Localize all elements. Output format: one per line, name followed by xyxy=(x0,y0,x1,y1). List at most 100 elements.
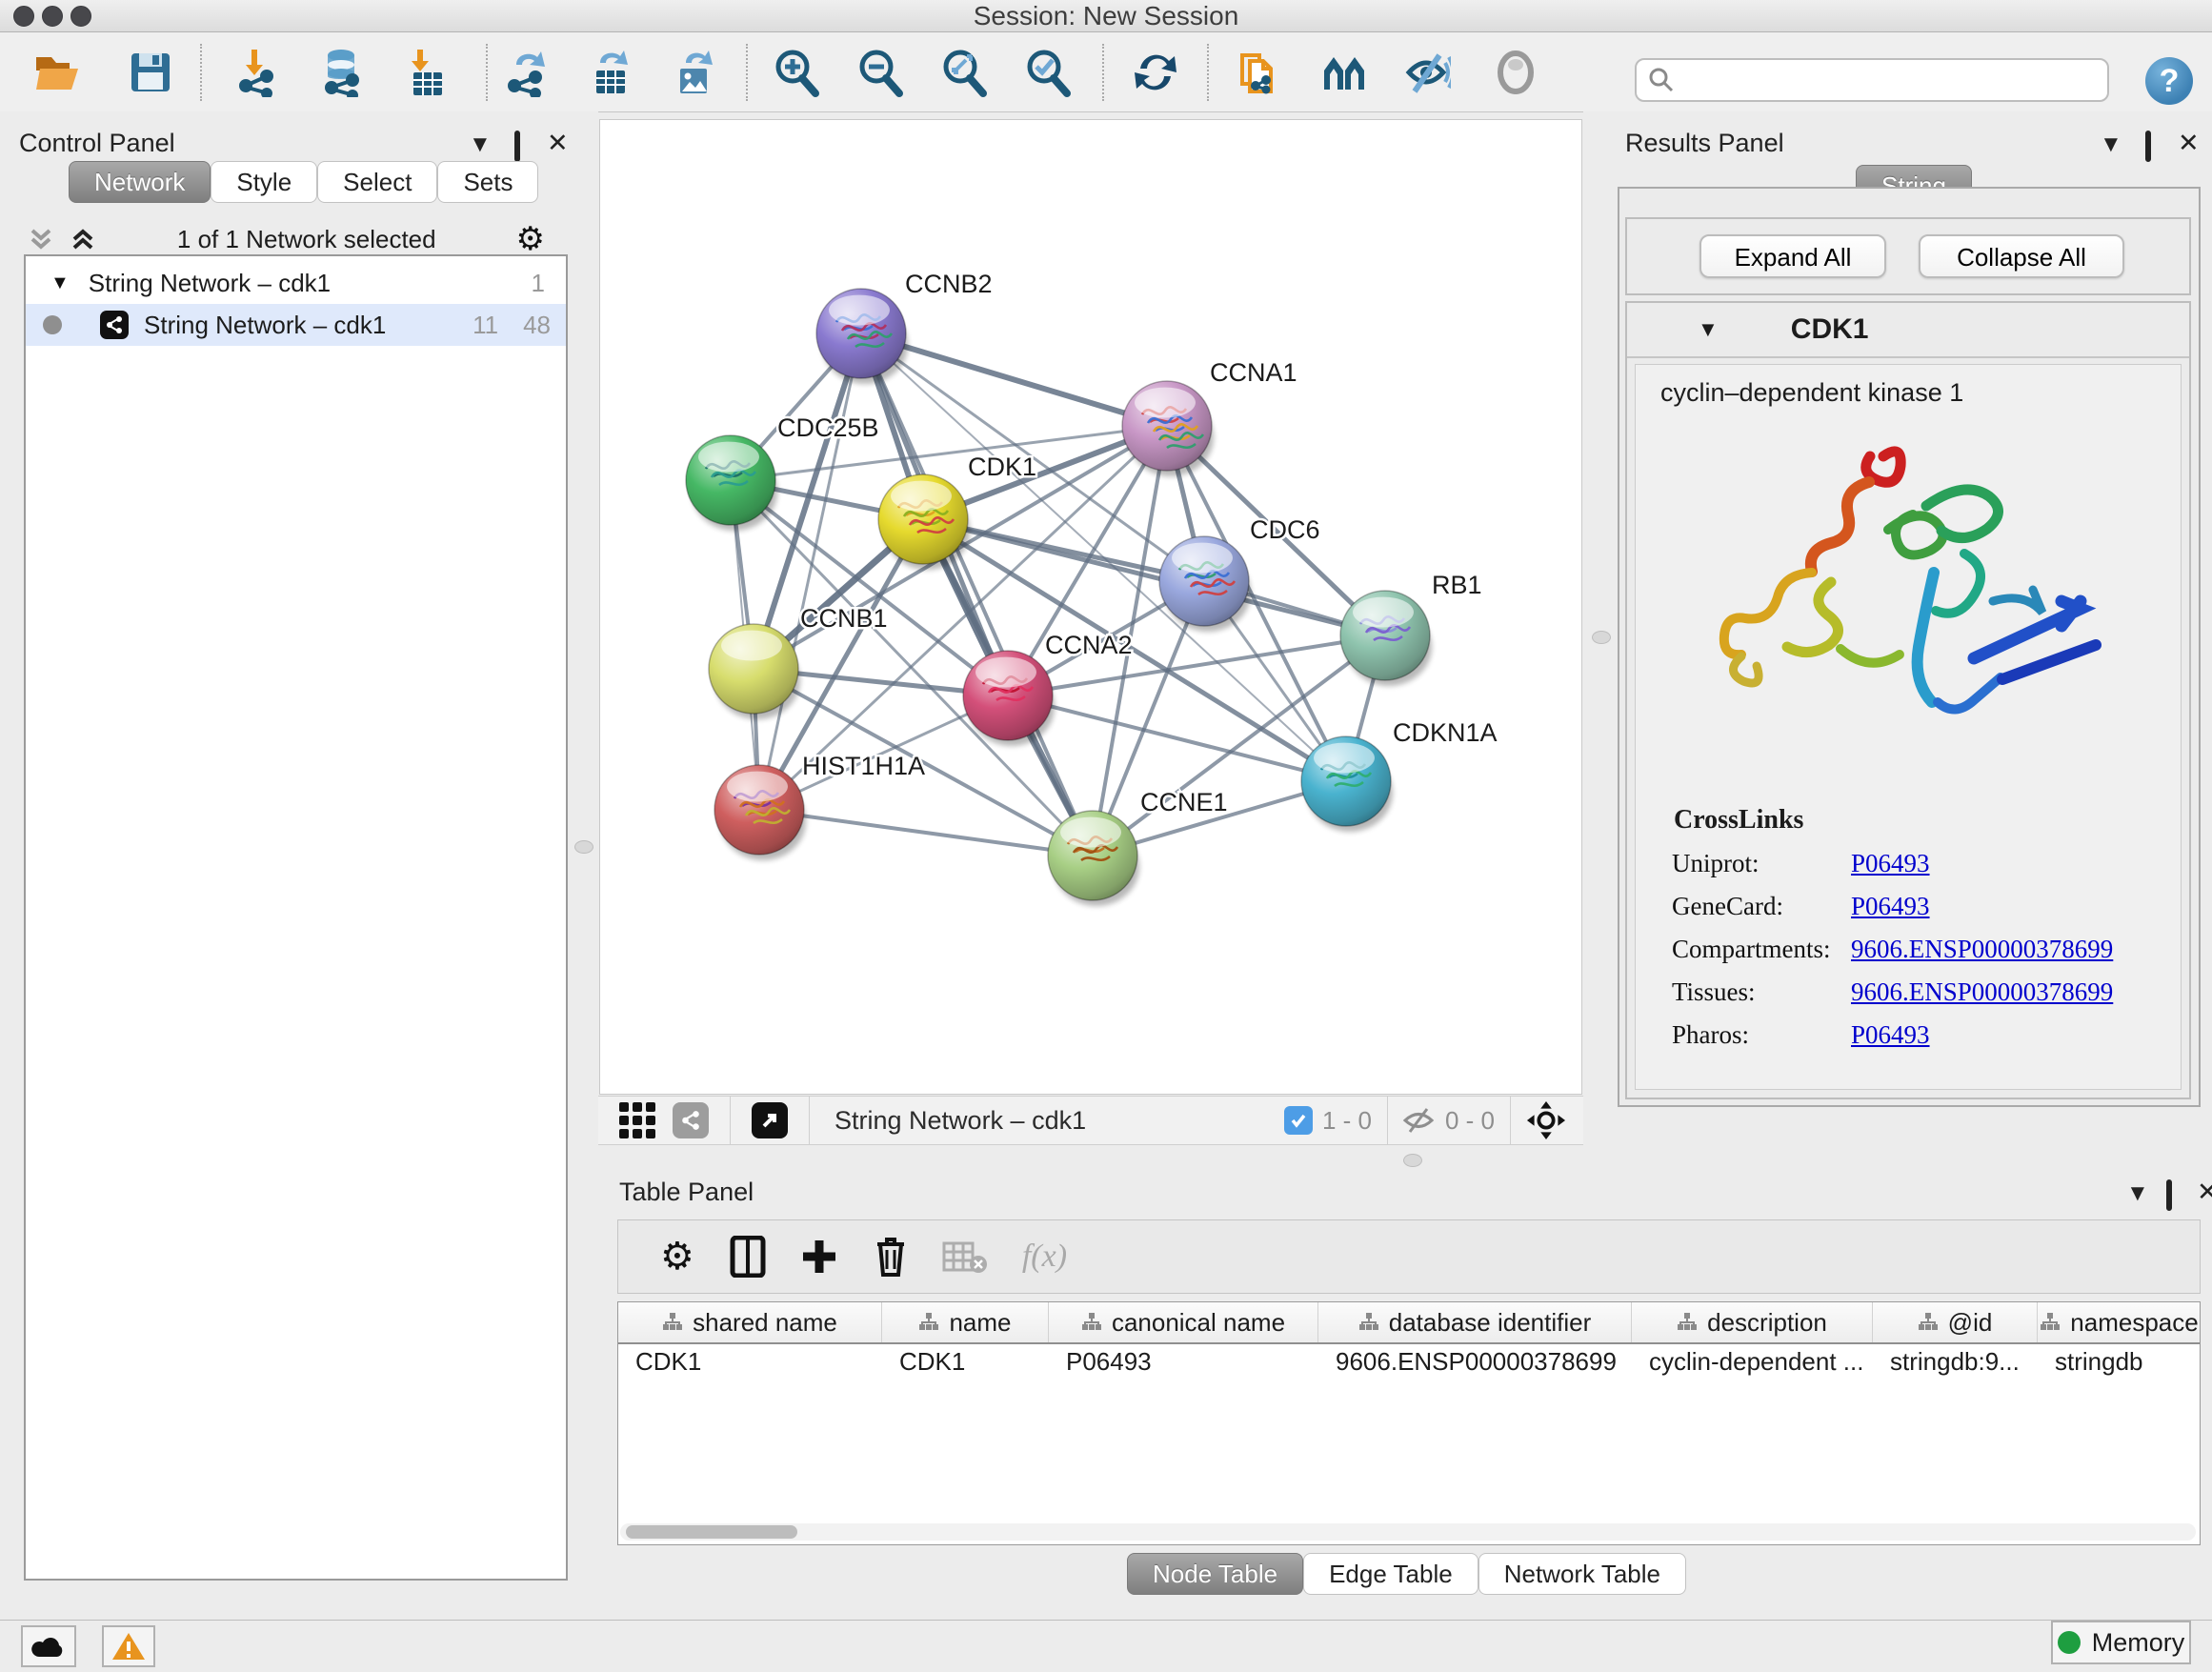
gear-icon[interactable]: ⚙ xyxy=(660,1235,694,1279)
column-header-canonical-name[interactable]: canonical name xyxy=(1049,1302,1318,1342)
table-row[interactable]: CDK1CDK1P064939606.ENSP00000378699cyclin… xyxy=(618,1344,2200,1379)
right-splitter[interactable] xyxy=(1583,111,1618,1145)
collapse-all-icon[interactable] xyxy=(27,225,55,253)
first-neighbors-icon[interactable] xyxy=(1320,48,1370,97)
close-icon[interactable] xyxy=(13,6,34,27)
results-panel-title: Results Panel xyxy=(1625,129,1784,158)
expand-all-icon[interactable] xyxy=(69,225,97,253)
table-cell[interactable]: CDK1 xyxy=(618,1344,882,1379)
close-panel-icon[interactable]: ✕ xyxy=(2178,129,2200,157)
panel-menu-icon[interactable]: ▼ xyxy=(2100,131,2122,159)
import-network-database-icon[interactable] xyxy=(318,48,368,97)
delete-column-icon[interactable] xyxy=(872,1235,910,1279)
tab-edge-table[interactable]: Edge Table xyxy=(1303,1553,1478,1595)
tab-node-table[interactable]: Node Table xyxy=(1127,1553,1303,1595)
tab-sets[interactable]: Sets xyxy=(437,161,538,203)
tab-style[interactable]: Style xyxy=(211,161,317,203)
import-table-icon[interactable] xyxy=(402,48,452,97)
column-header--id[interactable]: @id xyxy=(1873,1302,2038,1342)
table-cell[interactable]: stringdb:9... xyxy=(1873,1344,2038,1379)
zoom-selected-icon[interactable] xyxy=(1023,48,1073,97)
column-header-database-identifier[interactable]: database identifier xyxy=(1318,1302,1632,1342)
fit-selected-crosshair-icon[interactable] xyxy=(1526,1100,1566,1140)
collapse-all-button[interactable]: Collapse All xyxy=(1919,234,2124,278)
network-collection-row[interactable]: ▼ String Network – cdk1 1 xyxy=(26,262,566,304)
maximize-icon[interactable] xyxy=(70,6,91,27)
crosslink-value-link[interactable]: 9606.ENSP00000378699 xyxy=(1851,935,2113,964)
column-header-description[interactable]: description xyxy=(1632,1302,1873,1342)
zoom-in-icon[interactable] xyxy=(772,48,821,97)
minimize-icon[interactable] xyxy=(42,6,63,27)
export-network-icon[interactable] xyxy=(503,48,553,97)
protein-details: cyclin–dependent kinase 1 xyxy=(1635,364,2182,1090)
fit-content-icon[interactable] xyxy=(939,48,989,97)
table-cell[interactable]: cyclin-dependent ... xyxy=(1632,1344,1873,1379)
open-in-window-icon[interactable] xyxy=(752,1102,788,1138)
search-field[interactable] xyxy=(1635,58,2109,102)
horizontal-scrollbar[interactable] xyxy=(620,1523,2196,1541)
search-input[interactable] xyxy=(1675,65,2079,96)
close-panel-icon[interactable]: ✕ xyxy=(2197,1178,2212,1206)
graph-node-label: RB1 xyxy=(1432,571,1482,599)
columns-icon[interactable] xyxy=(729,1236,767,1278)
hidden-eye-icon[interactable] xyxy=(1401,1106,1436,1135)
gear-icon[interactable]: ⚙ xyxy=(516,220,545,258)
tab-network[interactable]: Network xyxy=(69,161,211,203)
float-panel-icon[interactable] xyxy=(2166,1181,2172,1210)
network-graph[interactable]: CCNB2CCNA1CDC25BCDK1CDC6RB1CCNB1CCNA2CDK… xyxy=(598,111,1583,1096)
zoom-out-icon[interactable] xyxy=(855,48,905,97)
column-header-label: shared name xyxy=(693,1308,837,1338)
cloud-icon[interactable] xyxy=(21,1625,76,1667)
splitter-handle-icon[interactable] xyxy=(574,840,593,854)
panel-menu-icon[interactable]: ▼ xyxy=(2126,1179,2149,1208)
save-session-icon[interactable] xyxy=(126,48,175,97)
column-header-name[interactable]: name xyxy=(882,1302,1049,1342)
export-table-icon[interactable] xyxy=(587,48,636,97)
add-column-icon[interactable] xyxy=(799,1237,839,1277)
tab-network-table[interactable]: Network Table xyxy=(1478,1553,1686,1595)
import-network-file-icon[interactable] xyxy=(234,48,284,97)
crosslink-value-link[interactable]: 9606.ENSP00000378699 xyxy=(1851,977,2113,1007)
birds-eye-view-icon[interactable] xyxy=(619,1102,655,1138)
warning-icon[interactable] xyxy=(102,1625,155,1667)
memory-button[interactable]: Memory xyxy=(2051,1621,2191,1664)
crosslink-value-link[interactable]: P06493 xyxy=(1851,849,1930,878)
column-header-shared-name[interactable]: shared name xyxy=(618,1302,882,1342)
help-icon[interactable]: ? xyxy=(2145,57,2193,105)
column-header-namespace[interactable]: namespace xyxy=(2038,1302,2201,1342)
close-panel-icon[interactable]: ✕ xyxy=(547,129,569,157)
show-all-icon[interactable] xyxy=(1491,48,1540,97)
network-row-selected[interactable]: String Network – cdk1 11 48 xyxy=(26,304,566,346)
selected-checkbox-icon[interactable] xyxy=(1284,1106,1313,1135)
crosslink-label: Compartments: xyxy=(1672,935,1851,964)
splitter-handle-icon[interactable] xyxy=(1592,631,1611,644)
column-header-label: name xyxy=(949,1308,1011,1338)
float-panel-icon[interactable] xyxy=(514,132,520,161)
left-splitter[interactable] xyxy=(570,111,598,1620)
hide-selected-icon[interactable] xyxy=(1401,48,1451,97)
collapse-triangle-icon[interactable]: ▼ xyxy=(1698,317,1719,342)
clone-network-icon[interactable] xyxy=(1235,48,1284,97)
table-cell[interactable]: CDK1 xyxy=(882,1344,1049,1379)
control-panel-title: Control Panel xyxy=(19,129,175,158)
open-session-icon[interactable] xyxy=(32,48,82,97)
table-cell[interactable]: stringdb xyxy=(2038,1344,2201,1379)
crosslink-value-link[interactable]: P06493 xyxy=(1851,1020,1930,1050)
scrollbar-thumb[interactable] xyxy=(626,1525,797,1539)
table-cell[interactable]: P06493 xyxy=(1049,1344,1318,1379)
export-image-icon[interactable] xyxy=(671,48,720,97)
protein-result-card: ▼ CDK1 cyclin–dependent kinase 1 xyxy=(1625,301,2191,1099)
function-builder-icon[interactable]: f(x) xyxy=(1022,1239,1067,1275)
graph-node-label: CCNB1 xyxy=(800,604,888,633)
network-share-icon[interactable] xyxy=(673,1102,709,1138)
clear-table-icon[interactable] xyxy=(942,1239,988,1274)
expand-all-button[interactable]: Expand All xyxy=(1699,234,1886,278)
tab-select[interactable]: Select xyxy=(317,161,437,203)
float-panel-icon[interactable] xyxy=(2145,132,2151,161)
collapse-triangle-icon[interactable]: ▼ xyxy=(50,272,70,294)
splitter-handle-icon[interactable] xyxy=(1403,1154,1422,1167)
apply-layout-icon[interactable] xyxy=(1131,48,1180,97)
crosslink-value-link[interactable]: P06493 xyxy=(1851,892,1930,921)
panel-menu-icon[interactable]: ▼ xyxy=(469,131,492,159)
table-cell[interactable]: 9606.ENSP00000378699 xyxy=(1318,1344,1632,1379)
